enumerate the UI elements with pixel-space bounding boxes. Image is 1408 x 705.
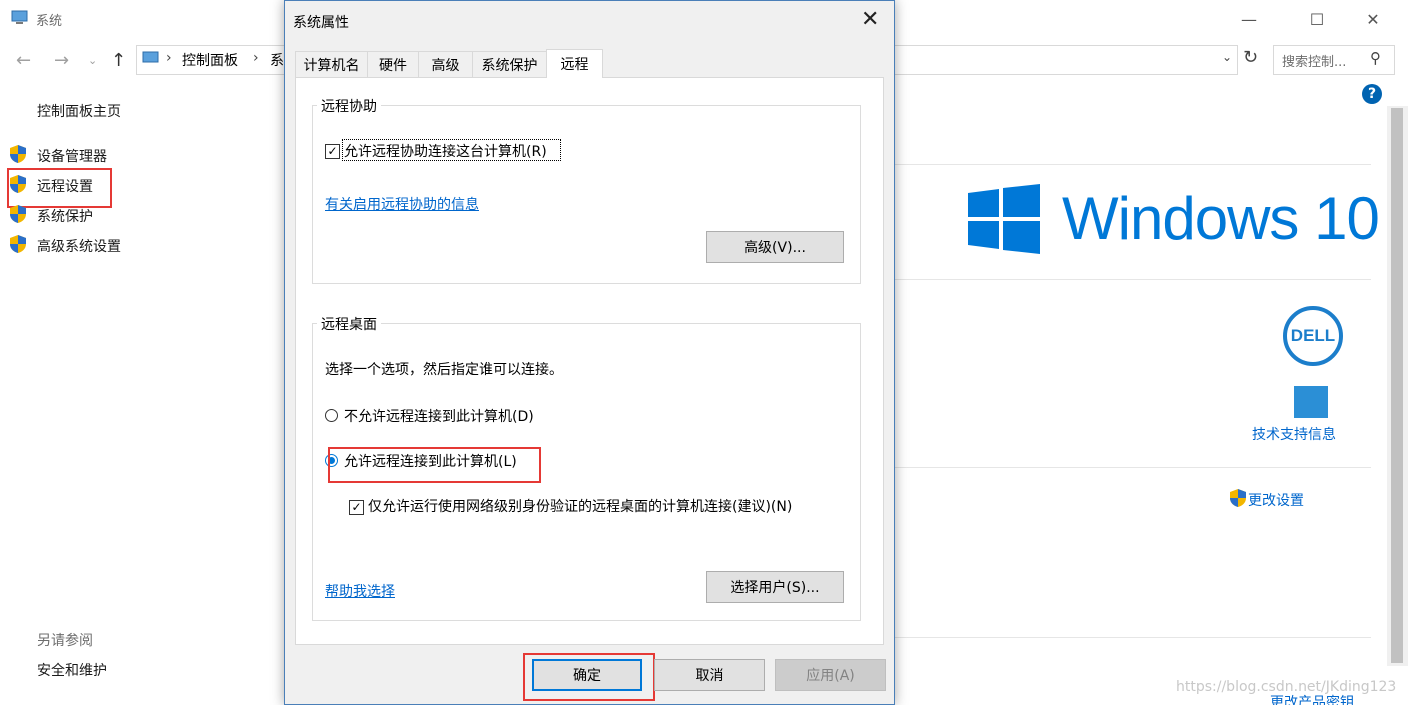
close-icon[interactable]: ✕ xyxy=(861,9,879,31)
search-icon[interactable]: ⚲ xyxy=(1370,49,1381,67)
change-settings-shield xyxy=(1229,488,1247,512)
energy-star-logo xyxy=(1294,386,1328,418)
breadcrumb-system[interactable]: 系 xyxy=(270,50,284,70)
computer-icon xyxy=(11,10,28,24)
security-maintenance-link[interactable]: 安全和维护 xyxy=(37,660,107,680)
divider xyxy=(895,467,1371,468)
allow-remote-assistance-checkbox[interactable]: ✓ xyxy=(325,144,340,159)
nla-label[interactable]: 仅允许运行使用网络级别身份验证的远程桌面的计算机连接(建议)(N) xyxy=(368,496,792,516)
close-window-button[interactable]: ✕ xyxy=(1350,0,1396,38)
select-users-button[interactable]: 选择用户(S)... xyxy=(706,571,844,603)
bg-window-title: 系统 xyxy=(36,14,63,29)
search-placeholder: 搜索控制... xyxy=(1282,55,1347,70)
advanced-button[interactable]: 高级(V)... xyxy=(706,231,844,263)
system-properties-dialog: 系统属性 ✕ 计算机名 硬件 高级 系统保护 远程 远程协助 ✓ 允许远程协助连… xyxy=(284,0,895,705)
shield-icon xyxy=(1230,489,1246,507)
tab-hardware[interactable]: 硬件 xyxy=(367,51,419,77)
remote-tab-panel: 远程协助 ✓ 允许远程协助连接这台计算机(R) 有关启用远程协助的信息 高级(V… xyxy=(295,77,884,645)
dell-logo: DELL xyxy=(1283,306,1343,366)
divider xyxy=(895,279,1371,280)
highlight-box-remote-settings xyxy=(7,168,112,208)
help-me-choose-link[interactable]: 帮助我选择 xyxy=(325,581,395,601)
nla-checkbox[interactable]: ✓ xyxy=(349,500,364,515)
address-dropdown-icon[interactable]: ⌄ xyxy=(1222,50,1232,64)
tab-system-protection[interactable]: 系统保护 xyxy=(472,51,547,77)
breadcrumb-separator: › xyxy=(166,50,172,66)
recent-dropdown-icon[interactable]: ⌄ xyxy=(88,54,97,67)
cancel-button[interactable]: 取消 xyxy=(654,659,765,691)
shield-icon xyxy=(10,205,26,223)
sidebar-item-advanced-system-settings[interactable] xyxy=(9,234,27,258)
forward-arrow-icon[interactable]: → xyxy=(54,50,69,71)
change-settings-link[interactable]: 更改设置 xyxy=(1248,490,1304,510)
sidebar-item-label[interactable]: 高级系统设置 xyxy=(37,236,121,256)
scrollbar-thumb[interactable] xyxy=(1391,108,1403,663)
remote-assistance-label: 远程协助 xyxy=(317,96,381,116)
watermark-text: https://blog.csdn.net/JKding123 xyxy=(1176,679,1397,695)
breadcrumb-separator: › xyxy=(253,50,259,66)
tab-computer-name[interactable]: 计算机名 xyxy=(295,51,368,77)
help-icon[interactable]: ? xyxy=(1362,84,1382,104)
shield-icon xyxy=(10,145,26,163)
minimize-button[interactable]: — xyxy=(1226,0,1272,38)
tab-remote[interactable]: 远程 xyxy=(546,49,603,78)
windows-10-wordmark: Windows 10 xyxy=(1062,185,1380,252)
deny-remote-label[interactable]: 不允许远程连接到此计算机(D) xyxy=(344,406,534,426)
sidebar-item-label[interactable]: 系统保护 xyxy=(37,206,93,226)
windows-logo-icon xyxy=(968,184,1040,254)
remote-assistance-info-link[interactable]: 有关启用远程协助的信息 xyxy=(325,194,479,214)
shield-icon xyxy=(10,235,26,253)
tab-advanced[interactable]: 高级 xyxy=(418,51,473,77)
sidebar-item-label[interactable]: 设备管理器 xyxy=(37,146,107,166)
back-arrow-icon[interactable]: ← xyxy=(16,50,31,71)
refresh-icon[interactable]: ↻ xyxy=(1243,47,1258,68)
highlight-box-allow-remote xyxy=(328,447,541,483)
focus-rectangle xyxy=(342,139,561,161)
dialog-title: 系统属性 xyxy=(293,15,349,31)
divider xyxy=(895,164,1371,165)
sidebar-item-device-manager[interactable] xyxy=(9,144,27,168)
highlight-box-ok xyxy=(523,653,655,701)
control-panel-icon xyxy=(142,51,159,63)
deny-remote-radio[interactable] xyxy=(325,409,338,422)
see-also-heading: 另请参阅 xyxy=(37,633,93,649)
apply-button[interactable]: 应用(A) xyxy=(775,659,886,691)
breadcrumb-control-panel[interactable]: 控制面板 xyxy=(182,50,238,70)
divider xyxy=(895,637,1371,638)
sidebar-item-system-protection[interactable] xyxy=(9,204,27,228)
up-arrow-icon[interactable]: ↑ xyxy=(111,50,126,71)
maximize-button[interactable]: ☐ xyxy=(1294,0,1340,38)
remote-desktop-label: 远程桌面 xyxy=(317,314,381,334)
sidebar-home-link[interactable]: 控制面板主页 xyxy=(37,101,121,121)
support-info-link[interactable]: 技术支持信息 xyxy=(1252,424,1336,444)
remote-desktop-instruction: 选择一个选项，然后指定谁可以连接。 xyxy=(325,362,563,378)
